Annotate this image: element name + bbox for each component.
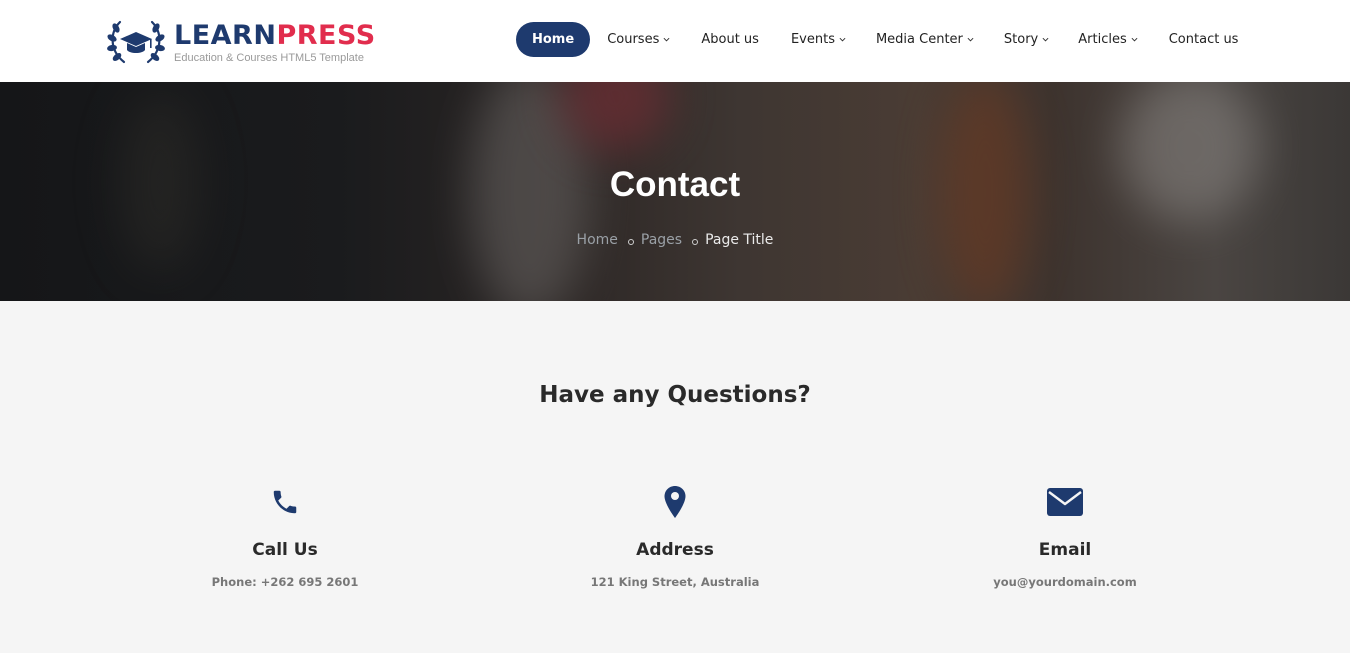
- brand-name: LEARNPRESS: [174, 19, 376, 51]
- nav-item-story[interactable]: Story: [1004, 22, 1049, 57]
- section-heading: Have any Questions?: [539, 382, 811, 408]
- map-pin-icon: [664, 486, 686, 518]
- nav-item-about-us[interactable]: About us: [701, 22, 759, 57]
- contact-card-email: Email you@yourdomain.com: [915, 484, 1215, 589]
- contact-email[interactable]: you@yourdomain.com: [915, 575, 1215, 589]
- chevron-down-icon: [967, 37, 974, 42]
- main-nav: Home Courses About us Events Media Cente…: [516, 22, 1238, 57]
- envelope-icon: [1047, 488, 1083, 516]
- nav-item-articles[interactable]: Articles: [1078, 22, 1138, 57]
- site-header: LEARNPRESS Education & Courses HTML5 Tem…: [0, 0, 1350, 82]
- nav-item-media-center[interactable]: Media Center: [876, 22, 974, 57]
- phone-icon: [273, 490, 297, 514]
- contact-card-call: Call Us Phone: +262 695 2601: [135, 484, 435, 589]
- brand-tagline: Education & Courses HTML5 Template: [174, 51, 364, 64]
- site-logo[interactable]: LEARNPRESS Education & Courses HTML5 Tem…: [106, 15, 378, 69]
- breadcrumb: Home Pages Page Title: [0, 232, 1350, 248]
- laurel-graduation-cap-icon: [107, 20, 165, 64]
- breadcrumb-current: Page Title: [705, 232, 774, 248]
- page-hero-banner: Contact Home Pages Page Title: [0, 82, 1350, 301]
- breadcrumb-separator: [627, 239, 634, 245]
- chevron-down-icon: [839, 37, 846, 42]
- nav-item-courses[interactable]: Courses: [607, 22, 670, 57]
- breadcrumb-pages[interactable]: Pages: [641, 232, 682, 248]
- chevron-down-icon: [663, 37, 670, 42]
- nav-item-contact-us[interactable]: Contact us: [1169, 22, 1239, 57]
- nav-item-events[interactable]: Events: [791, 22, 846, 57]
- contact-card-title: Email: [1038, 540, 1092, 560]
- nav-item-home[interactable]: Home: [516, 22, 591, 57]
- brand-name-part1: LEARN: [174, 19, 277, 51]
- chevron-down-icon: [1042, 37, 1049, 42]
- contact-address: 121 King Street, Australia: [590, 575, 760, 589]
- page-title: Contact: [609, 165, 741, 204]
- chevron-down-icon: [1131, 37, 1138, 42]
- contact-phone[interactable]: Phone: +262 695 2601: [135, 575, 435, 589]
- brand-name-part2: PRESS: [276, 19, 376, 51]
- breadcrumb-separator: [692, 239, 699, 245]
- contact-card-address: Address 121 King Street, Australia: [525, 484, 825, 589]
- contact-card-title: Address: [636, 540, 714, 560]
- contact-card-title: Call Us: [252, 540, 318, 560]
- breadcrumb-home[interactable]: Home: [577, 232, 618, 248]
